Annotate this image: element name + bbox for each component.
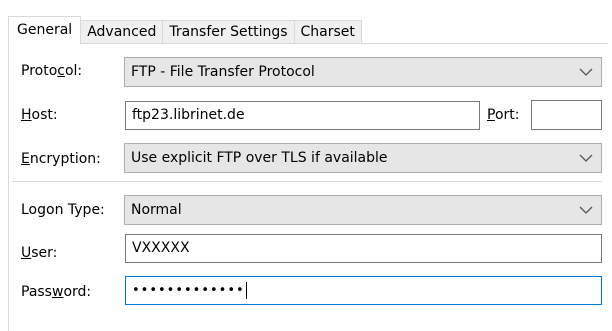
port-input[interactable] bbox=[531, 100, 602, 130]
chevron-down-icon bbox=[579, 206, 593, 214]
separator bbox=[12, 181, 602, 182]
protocol-select[interactable]: FTP - File Transfer Protocol bbox=[124, 57, 602, 87]
logon-type-value: Normal bbox=[131, 202, 182, 218]
host-label: Host: bbox=[21, 107, 58, 123]
tab-charset[interactable]: Charset bbox=[293, 20, 362, 44]
tab-transfer-settings[interactable]: Transfer Settings bbox=[162, 20, 295, 44]
chevron-down-icon bbox=[579, 154, 593, 162]
text-caret bbox=[245, 282, 247, 299]
protocol-label: Protocol: bbox=[21, 63, 83, 79]
encryption-select[interactable]: Use explicit FTP over TLS if available bbox=[124, 143, 602, 173]
user-input[interactable]: VXXXXX bbox=[125, 234, 602, 263]
logon-type-select[interactable]: Normal bbox=[124, 195, 602, 225]
logon-type-label: Logon Type: bbox=[21, 202, 105, 218]
port-label: Port: bbox=[487, 107, 520, 123]
host-input[interactable]: ftp23.librinet.de bbox=[125, 101, 480, 130]
protocol-value: FTP - File Transfer Protocol bbox=[131, 64, 315, 80]
encryption-value: Use explicit FTP over TLS if available bbox=[131, 150, 388, 166]
chevron-down-icon bbox=[579, 68, 593, 76]
tab-advanced[interactable]: Advanced bbox=[80, 20, 164, 44]
tab-general[interactable]: General bbox=[8, 16, 82, 44]
password-label: Password: bbox=[21, 284, 92, 300]
tab-strip: General Advanced Transfer Settings Chars… bbox=[8, 16, 362, 44]
password-input[interactable]: ••••••••••••• bbox=[125, 276, 602, 305]
password-value: ••••••••••••• bbox=[132, 283, 245, 298]
encryption-label: Encryption: bbox=[21, 151, 101, 167]
site-manager-general-tab: General Advanced Transfer Settings Chars… bbox=[0, 0, 612, 331]
user-label: User: bbox=[21, 245, 58, 261]
